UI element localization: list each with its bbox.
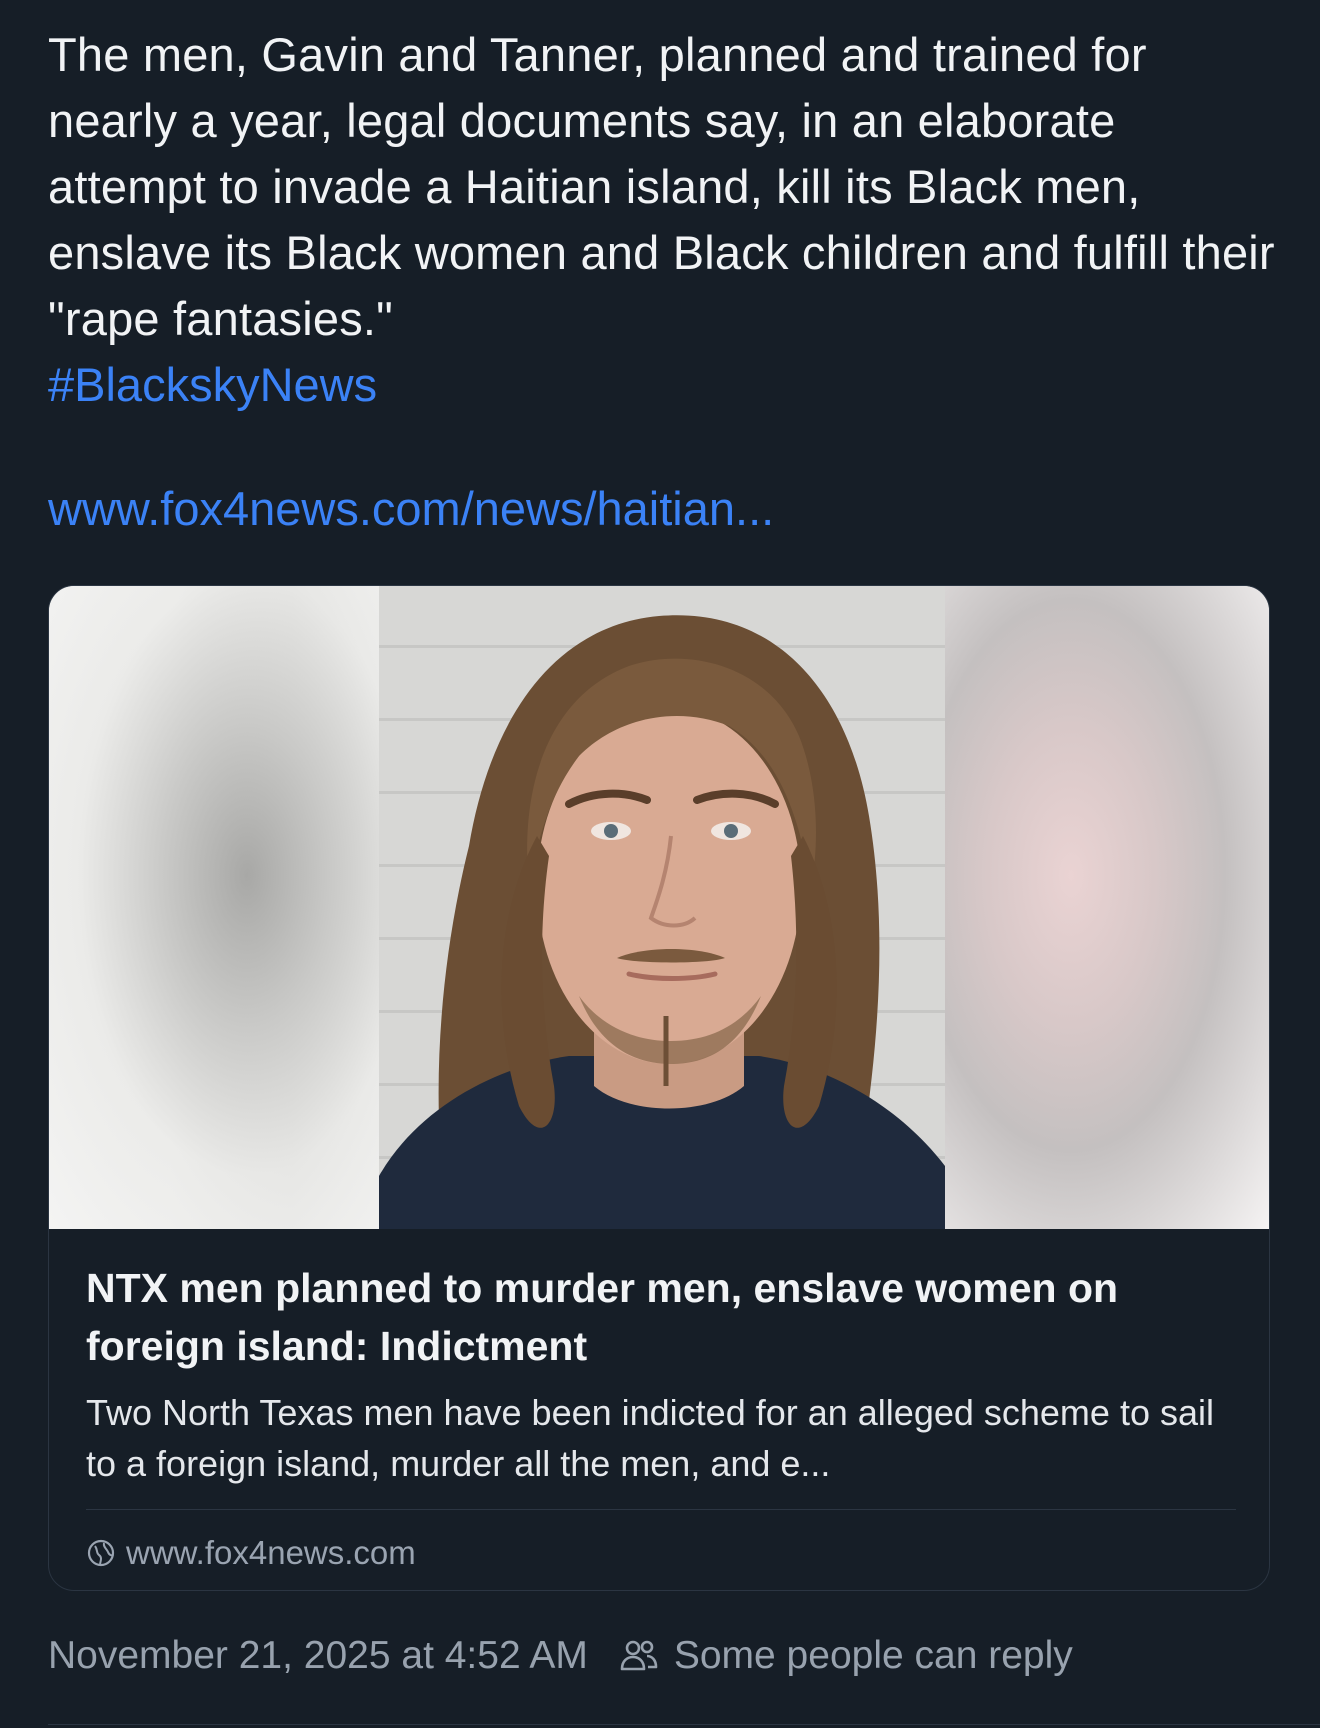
- link-preview-card[interactable]: NTX men planned to murder men, enslave w…: [48, 585, 1270, 1591]
- thumbnail-blur-right: [939, 586, 1269, 1229]
- people-icon[interactable]: [618, 1635, 660, 1677]
- article-link[interactable]: www.fox4news.com/news/haitian...: [48, 476, 1278, 542]
- post-text: The men, Gavin and Tanner, planned and t…: [48, 28, 1275, 345]
- card-domain: www.fox4news.com: [86, 1534, 1236, 1572]
- card-title: NTX men planned to murder men, enslave w…: [86, 1265, 1119, 1369]
- post-timestamp: November 21, 2025 at 4:52 AM: [48, 1634, 588, 1677]
- thumbnail-blur-left: [49, 586, 379, 1229]
- hashtag-link[interactable]: #BlackskyNews: [48, 352, 1278, 418]
- card-description: Two North Texas men have been indicted f…: [86, 1392, 1214, 1484]
- reply-setting[interactable]: Some people can reply: [674, 1634, 1073, 1678]
- card-divider: [86, 1509, 1236, 1510]
- post: The men, Gavin and Tanner, planned and t…: [48, 22, 1278, 542]
- post-footer: November 21, 2025 at 4:52 AM Some people…: [48, 1634, 1073, 1678]
- card-thumbnail: [49, 586, 1269, 1229]
- card-domain-text: www.fox4news.com: [126, 1534, 416, 1571]
- globe-icon: [87, 1539, 115, 1567]
- mugshot-photo: [379, 586, 945, 1229]
- card-body: NTX men planned to murder men, enslave w…: [86, 1229, 1236, 1572]
- bottom-divider: [48, 1724, 1320, 1725]
